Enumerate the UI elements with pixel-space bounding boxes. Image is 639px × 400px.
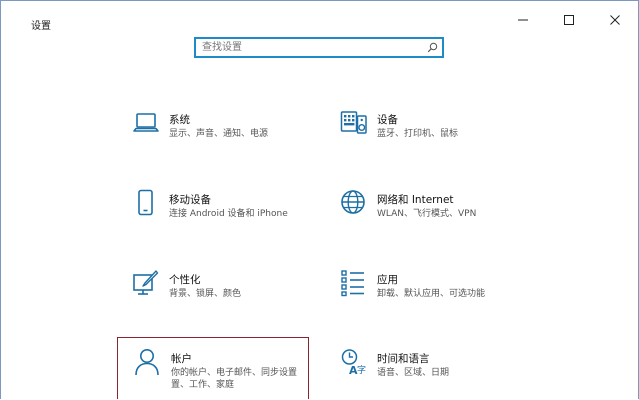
- tile-label: 系统: [169, 114, 190, 126]
- keyboard-speaker-icon: [340, 109, 368, 137]
- minimize-button[interactable]: [500, 5, 546, 33]
- settings-window: 设置 查找设置 系统 显示、声音、通知、电源 设备 蓝牙、打印机、鼠标 移动设备…: [0, 0, 639, 399]
- phone-icon: [132, 189, 160, 217]
- tile-label: 设备: [377, 114, 398, 126]
- tile-description: WLAN、飞行模式、VPN: [377, 208, 476, 220]
- tile-description: 语音、区域、日期: [377, 367, 449, 379]
- tile-mobile-devices[interactable]: 移动设备 连接 Android 设备和 iPhone: [132, 189, 312, 243]
- tile-description-line: 蓝牙、打印机、鼠标: [377, 129, 459, 139]
- apps-list-icon: [340, 269, 368, 297]
- tile-description-line: 显示、声音、通知、电源: [169, 129, 269, 139]
- globe-icon: [340, 189, 368, 217]
- tile-network-internet[interactable]: 网络和 Internet WLAN、飞行模式、VPN: [340, 189, 520, 243]
- minimize-icon: [518, 19, 528, 21]
- paint-icon: [132, 269, 160, 297]
- tile-system[interactable]: 系统 显示、声音、通知、电源: [132, 109, 312, 163]
- tile-description-line: 语音、区域、日期: [377, 368, 450, 378]
- tile-label: 时间和语言: [377, 353, 430, 365]
- tile-description-line: 连接 Android 设备和 iPhone: [169, 209, 288, 219]
- close-button[interactable]: [592, 5, 638, 33]
- svg-text:字: 字: [357, 364, 366, 376]
- tile-description: 蓝牙、打印机、鼠标: [377, 128, 458, 140]
- tile-description-line: 卸载、默认应用、可选功能: [377, 289, 486, 299]
- tile-time-language[interactable]: A 字 时间和语言 语音、区域、日期: [340, 348, 520, 399]
- tile-description-line: WLAN、飞行模式、VPN: [377, 209, 477, 219]
- maximize-button[interactable]: [546, 5, 592, 33]
- tile-description: 卸载、默认应用、可选功能: [377, 288, 485, 300]
- search-icon[interactable]: [427, 42, 438, 53]
- laptop-icon: [132, 109, 160, 137]
- maximize-icon: [564, 15, 574, 25]
- tile-devices[interactable]: 设备 蓝牙、打印机、鼠标: [340, 109, 520, 163]
- tile-description: 背景、锁屏、颜色: [169, 288, 241, 300]
- tile-label: 个性化: [169, 274, 201, 286]
- tile-apps[interactable]: 应用 卸载、默认应用、可选功能: [340, 269, 520, 323]
- tile-label: 移动设备: [169, 194, 211, 206]
- tile-description: 显示、声音、通知、电源: [169, 128, 268, 140]
- tile-label: 网络和 Internet: [377, 194, 454, 206]
- search-input[interactable]: [202, 40, 412, 55]
- tile-label: 应用: [377, 274, 398, 286]
- time-language-icon: A 字: [340, 348, 368, 377]
- accounts-highlight-box: [117, 337, 309, 399]
- tile-description: 连接 Android 设备和 iPhone: [169, 208, 288, 220]
- close-icon: [610, 15, 620, 25]
- tile-description-line: 背景、锁屏、颜色: [169, 289, 242, 299]
- search-box[interactable]: [194, 37, 444, 58]
- window-title: 设置: [31, 21, 51, 32]
- title-bar: 设置: [1, 1, 638, 33]
- tile-personalization[interactable]: 个性化 背景、锁屏、颜色: [132, 269, 312, 323]
